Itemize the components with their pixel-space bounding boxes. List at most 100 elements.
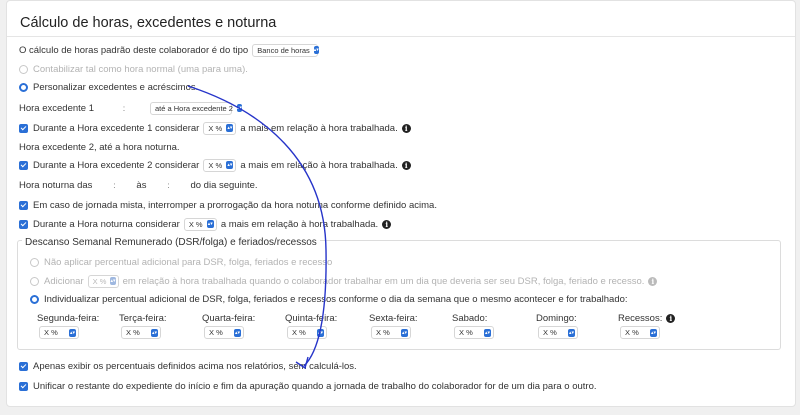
he2-percent-select[interactable]: X % ▴▾ [203,158,237,172]
he1-range-select[interactable]: até a Hora excedente 2 ▴▾ [150,101,243,115]
standard-type-select[interactable]: Banco de horas ▴▾ [252,43,319,57]
chevron-up-down-icon: ▴▾ [110,277,116,285]
chevron-up-down-icon: ▴▾ [206,220,214,228]
he1-percent-value: X % [208,123,223,133]
day-thursday-select[interactable]: X % ▴▾ [287,326,327,339]
option-normal-label: Contabilizar tal como hora normal (uma p… [33,63,248,75]
dsr-none-row: Não aplicar percentual adicional para DS… [30,255,332,269]
night-consider-row: Durante a Hora noturna considerar X % ▴▾… [19,217,392,231]
day-recess-label: Recessos: [618,312,663,324]
dsr-legend: Descanso Semanal Remunerado (DSR/folga) … [22,237,320,248]
night-consider-prefix: Durante a Hora noturna considerar [33,218,180,230]
dsr-individual-label: Individualizar percentual adicional de D… [44,293,628,305]
he1-consider-prefix: Durante a Hora excedente 1 considerar [33,122,200,134]
he2-row: Hora excedente 2, até a hora noturna. [19,140,180,154]
night-consider-checkbox[interactable] [19,219,28,229]
unify-checkbox[interactable] [19,381,28,391]
chevron-up-down-icon: ▴▾ [401,328,408,337]
day-recess-label-wrap: Recessos: i [618,312,676,324]
day-thursday-value: X % [292,328,306,337]
day-tuesday: Terça-feira: X % ▴▾ [119,312,167,339]
option-normal-radio[interactable] [19,64,28,74]
day-saturday-select[interactable]: X % ▴▾ [454,326,494,339]
day-recess: Recessos: i X % ▴▾ [618,312,676,339]
night-hours-row: Hora noturna das : às : do dia seguinte. [19,178,258,192]
standard-type-label: O cálculo de horas padrão deste colabora… [19,44,249,56]
day-wednesday-select[interactable]: X % ▴▾ [204,326,244,339]
he2-label: Hora excedente 2, até a hora noturna. [19,141,180,153]
he1-consider-suffix: a mais em relação à hora trabalhada. [240,122,398,134]
day-tuesday-select[interactable]: X % ▴▾ [121,326,161,339]
only-show-row: Apenas exibir os percentuais definidos a… [19,359,357,373]
night-from-label: Hora noturna das [19,179,93,191]
he1-consider-checkbox[interactable] [19,123,28,133]
he1-time-input[interactable]: : [106,102,142,115]
he2-consider-suffix: a mais em relação à hora trabalhada. [240,159,398,171]
he1-range-value: até a Hora excedente 2 [155,103,233,113]
he1-label: Hora excedente 1 [19,102,94,114]
dsr-individual-radio[interactable] [30,294,39,304]
night-next-label: do dia seguinte. [190,179,258,191]
day-sunday: Domingo: X % ▴▾ [536,312,578,339]
he2-percent-value: X % [208,160,223,170]
day-recess-value: X % [625,328,639,337]
mixed-shift-checkbox[interactable] [19,200,28,210]
day-sunday-select[interactable]: X % ▴▾ [538,326,578,339]
night-to-label: às [136,179,147,191]
standard-type-value: Banco de horas [257,45,310,55]
dsr-add-percent-select[interactable]: X % ▴▾ [87,274,119,288]
unify-row: Unificar o restante do expediente do iní… [19,379,597,393]
chevron-up-down-icon: ▴▾ [650,328,657,337]
day-thursday-label: Quinta-feira: [285,312,338,324]
option-custom-radio[interactable] [19,82,28,92]
day-monday-label: Segunda-feira: [37,312,100,324]
day-sunday-value: X % [543,328,557,337]
day-thursday: Quinta-feira: X % ▴▾ [285,312,337,339]
day-friday: Sexta-feira: X % ▴▾ [369,312,418,339]
info-icon[interactable]: i [401,160,411,170]
he1-percent-select[interactable]: X % ▴▾ [203,121,237,135]
he2-consider-prefix: Durante a Hora excedente 2 considerar [33,159,200,171]
day-recess-select[interactable]: X % ▴▾ [620,326,660,339]
he2-consider-checkbox[interactable] [19,160,28,170]
only-show-label: Apenas exibir os percentuais definidos a… [33,360,357,372]
info-icon[interactable]: i [648,276,658,286]
day-tuesday-label: Terça-feira: [119,312,167,324]
night-percent-value: X % [188,219,203,229]
section-title: Cálculo de horas, excedentes e noturna [20,15,277,31]
day-sunday-label: Domingo: [536,312,577,324]
day-monday-value: X % [44,328,58,337]
chevron-up-down-icon: ▴▾ [226,161,234,169]
dsr-individual-row: Individualizar percentual adicional de D… [30,292,628,306]
chevron-up-down-icon: ▴▾ [226,124,234,132]
standard-type-row: O cálculo de horas padrão deste colabora… [19,43,322,57]
day-wednesday-value: X % [209,328,223,337]
day-friday-value: X % [376,328,390,337]
night-from-input[interactable]: : [96,179,132,192]
chevron-up-down-icon: ▴▾ [236,104,243,112]
night-to-input[interactable]: : [150,179,186,192]
chevron-up-down-icon: ▴▾ [568,328,575,337]
day-saturday-label: Sabado: [452,312,488,324]
day-monday-select[interactable]: X % ▴▾ [39,326,79,339]
info-icon[interactable]: i [401,123,411,133]
day-saturday-value: X % [459,328,473,337]
day-saturday: Sabado: X % ▴▾ [452,312,494,339]
dsr-add-prefix: Adicionar [44,275,84,287]
chevron-up-down-icon: ▴▾ [484,328,491,337]
chevron-up-down-icon: ▴▾ [151,328,158,337]
night-percent-select[interactable]: X % ▴▾ [183,217,217,231]
day-wednesday: Quarta-feira: X % ▴▾ [202,312,255,339]
day-wednesday-label: Quarta-feira: [202,312,256,324]
dsr-none-radio[interactable] [30,257,39,267]
dsr-add-radio[interactable] [30,276,39,286]
day-tuesday-value: X % [126,328,140,337]
dsr-add-row: Adicionar X % ▴▾ em relação à hora traba… [30,274,658,288]
only-show-checkbox[interactable] [19,361,28,371]
he1-consider-row: Durante a Hora excedente 1 considerar X … [19,121,411,135]
option-custom-label: Personalizar excedentes e acréscimos. [33,81,199,93]
day-friday-select[interactable]: X % ▴▾ [371,326,411,339]
info-icon[interactable]: i [382,219,392,229]
info-icon[interactable]: i [666,313,676,323]
he2-consider-row: Durante a Hora excedente 2 considerar X … [19,158,411,172]
